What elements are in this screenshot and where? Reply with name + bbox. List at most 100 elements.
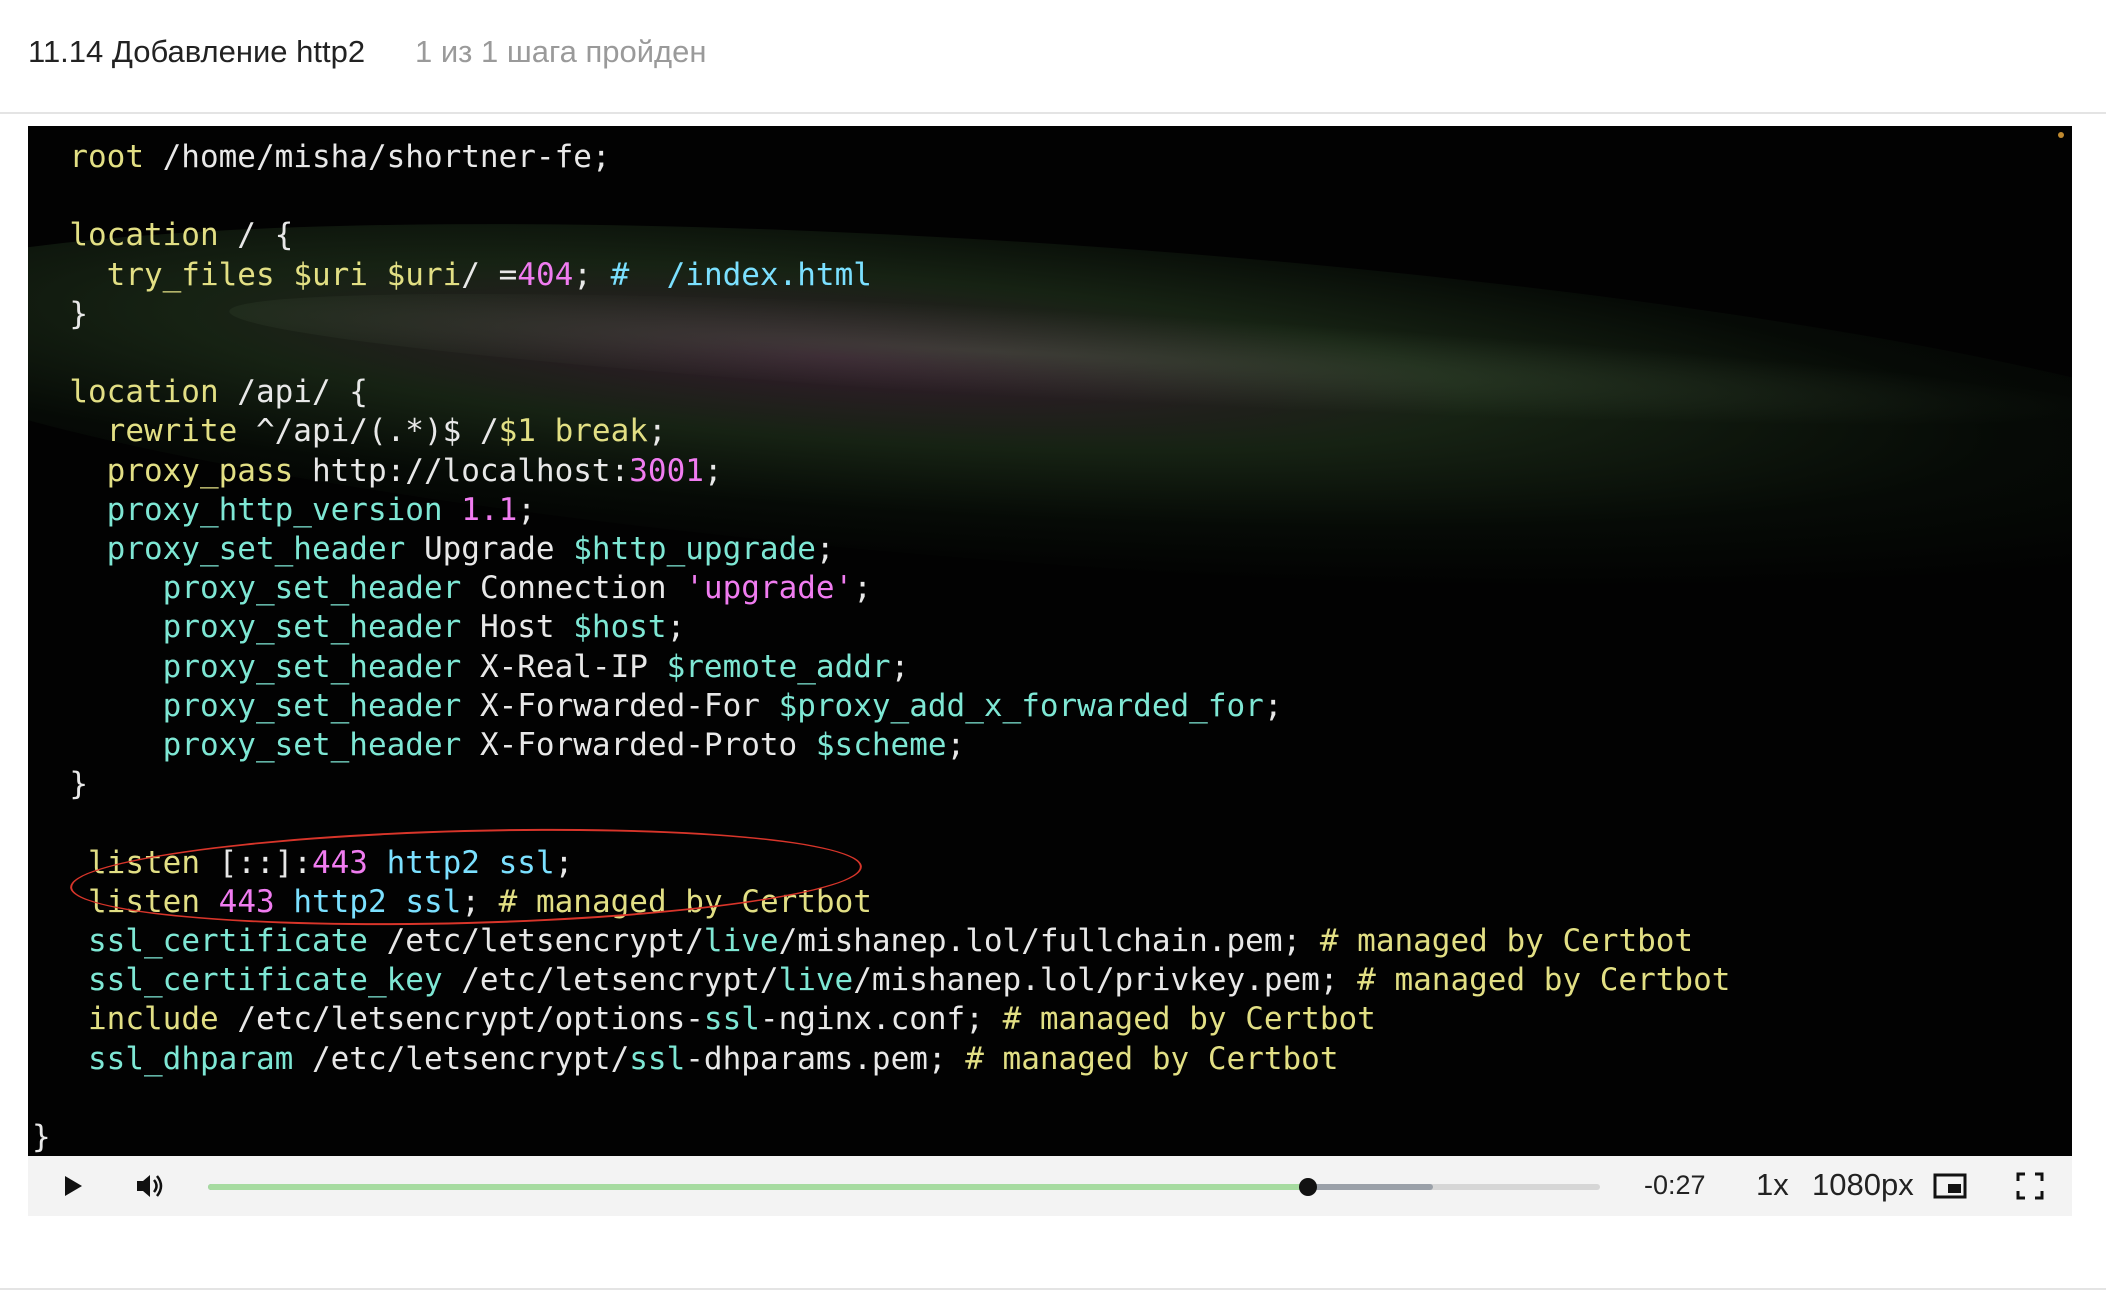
code-token: /etc/letsencrypt/ (442, 962, 779, 999)
code-token: proxy_set_header (162, 648, 462, 685)
code-line: } (32, 765, 88, 804)
code-token: $host (573, 609, 667, 646)
code-line: } (32, 295, 88, 334)
code-token: -dhparams.pem; (685, 1040, 966, 1077)
code-token: $remote_addr (666, 648, 891, 685)
code-token: location (69, 374, 219, 411)
code-line: proxy_set_header X-Forwarded-Proto $sche… (32, 726, 966, 765)
code-token: /etc/letsencrypt/options- (218, 1001, 704, 1038)
video-player[interactable]: root /home/misha/shortner-fe; location /… (28, 126, 2072, 1216)
code-token: proxy_http_version (106, 491, 443, 528)
code-line: proxy_http_version 1.1; (32, 491, 536, 530)
code-line: ssl_certificate /etc/letsencrypt/live/mi… (32, 922, 1693, 961)
code-token: http://localhost: (293, 452, 630, 489)
code-token: ; (815, 531, 835, 567)
code-token: ; (647, 413, 667, 450)
code-token: proxy_pass (106, 452, 294, 489)
code-line: proxy_set_header X-Forwarded-For $proxy_… (32, 687, 1283, 726)
code-token: / { (218, 217, 294, 254)
code-line: proxy_set_header X-Real-IP $remote_addr; (32, 648, 910, 687)
quality-button[interactable]: 1080px (1812, 1167, 1914, 1203)
playback-rate-button[interactable]: 1x (1756, 1167, 1789, 1203)
code-token: ; (890, 648, 910, 685)
played-bar (208, 1184, 1308, 1190)
lesson-title: 11.14 Добавление http2 (28, 34, 366, 69)
seek-handle[interactable] (1298, 1178, 1317, 1196)
code-token: # managed by Certbot (1319, 923, 1694, 959)
code-token: /home/misha/shortner-fe; (143, 139, 611, 175)
code-token: include (88, 1001, 219, 1038)
code-token: ssl_dhparam (88, 1040, 294, 1077)
code-token: /mishanep.lol/fullchain.pem; (778, 923, 1320, 959)
code-token: Connection (461, 570, 686, 607)
code-token: X-Forwarded-Proto (461, 727, 816, 763)
play-icon[interactable] (54, 1168, 90, 1204)
code-token: proxy_set_header (162, 687, 462, 724)
code-token: break (554, 413, 648, 450)
code-token: ; (946, 727, 966, 763)
code-token: proxy_set_header (162, 727, 462, 763)
code-token: } (32, 295, 88, 332)
code-line: location / { (32, 216, 293, 255)
code-token: X-Real-IP (461, 648, 667, 685)
volume-icon[interactable] (132, 1168, 168, 1204)
seek-bar[interactable] (208, 1178, 1600, 1196)
code-token: ssl_certificate_key (88, 962, 443, 999)
code-token: proxy_set_header (162, 570, 462, 607)
code-token: } (32, 1119, 51, 1155)
code-token: proxy_set_header (106, 531, 406, 567)
code-token: Host (461, 609, 574, 646)
step-progress: 1 из 1 шага пройден (415, 34, 707, 69)
code-token: ; (853, 570, 872, 607)
code-token: ssl (703, 1001, 760, 1038)
code-token: ^/api/(.*)$ / (237, 413, 499, 450)
code-line: ssl_certificate_key /etc/letsencrypt/liv… (32, 961, 1730, 1000)
code-line: proxy_set_header Host $host; (32, 608, 686, 647)
code-token: ; (703, 452, 723, 489)
code-token: / = (461, 256, 518, 293)
code-token: ; (1263, 687, 1283, 724)
time-remaining: -0:27 (1644, 1170, 1706, 1200)
code-token: # /index.html (610, 256, 872, 293)
code-line: ssl_dhparam /etc/letsencrypt/ssl-dhparam… (32, 1040, 1339, 1079)
code-line: proxy_set_header Connection 'upgrade'; (32, 569, 872, 608)
code-token: try_files (106, 256, 275, 293)
code-token: /mishanep.lol/privkey.pem; (853, 962, 1358, 999)
code-token: 3001 (629, 452, 704, 489)
code-token: X-Forwarded-For (461, 687, 779, 724)
code-line: try_files $uri $uri/ =404; # /index.html (32, 256, 872, 295)
code-token: $uri (386, 256, 462, 293)
code-token: proxy_set_header (162, 609, 462, 646)
code-token: # managed by Certbot (1357, 962, 1731, 999)
code-line: root /home/misha/shortner-fe; (32, 138, 611, 177)
code-token: live (778, 962, 854, 999)
picture-in-picture-icon[interactable] (1932, 1168, 1968, 1204)
code-token: rewrite (106, 413, 238, 450)
code-line: include /etc/letsencrypt/options-ssl-ngi… (32, 1000, 1376, 1039)
code-line: location /api/ { (32, 373, 368, 412)
fullscreen-icon[interactable] (2012, 1168, 2048, 1204)
code-token: $proxy_add_x_forwarded_for (778, 687, 1264, 724)
code-line: proxy_set_header Upgrade $http_upgrade; (32, 530, 835, 569)
player-controls: -0:27 1x 1080px (28, 1156, 2072, 1216)
code-token: $scheme (815, 727, 947, 763)
code-token: 'upgrade' (685, 570, 854, 607)
code-token: /api/ { (218, 374, 368, 411)
